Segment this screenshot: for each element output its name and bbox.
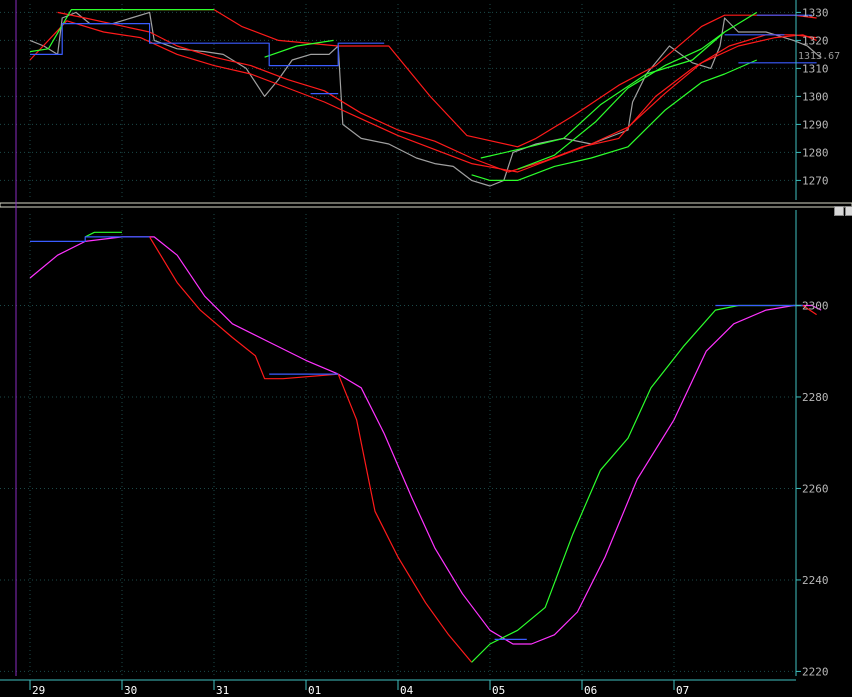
last-value-label: 1313.67 [798,51,840,62]
y-tick-label: 2220 [802,665,829,678]
chart-canvas: 1270 1280 1290 1300 1310 1320 1330 1313.67 2220 2… [0,0,852,697]
x-tick-label: 31 [216,684,229,697]
x-tick-label: 06 [584,684,597,697]
x-tick-label: 30 [124,684,137,697]
y-tick-label: 1270 [802,174,829,187]
y-tick-label: 2300 [802,299,829,312]
y-tick-label: 2280 [802,391,829,404]
y-tick-label: 2240 [802,574,829,587]
panel-maximize-button[interactable] [845,206,852,216]
x-tick-label: 29 [32,684,45,697]
y-tick-label: 1310 [802,62,829,75]
y-tick-label: 1290 [802,118,829,131]
panel-restore-button[interactable] [834,206,844,216]
x-tick-label: 04 [400,684,414,697]
y-tick-label: 1300 [802,90,829,103]
y-tick-label: 2260 [802,482,829,495]
x-tick-label: 07 [676,684,689,697]
y-tick-label: 1320 [802,34,829,47]
x-tick-label: 05 [492,684,505,697]
y-tick-label: 1280 [802,146,829,159]
panel-separator [0,202,852,208]
x-tick-label: 01 [308,684,321,697]
y-tick-label: 1330 [802,6,829,19]
chart-background [0,0,852,697]
